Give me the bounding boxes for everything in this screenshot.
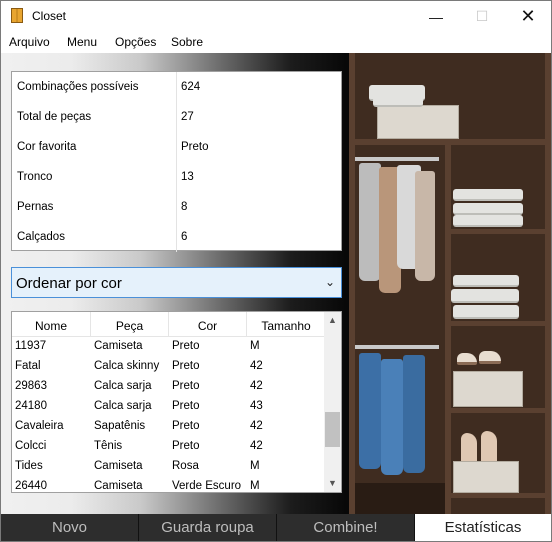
sort-dropdown[interactable]: Ordenar por cor ⌄ bbox=[11, 267, 342, 298]
cell-cor: Preto bbox=[172, 380, 200, 392]
stat-label: Calçados bbox=[17, 231, 65, 243]
stat-value: 8 bbox=[181, 201, 188, 213]
table-row[interactable]: Tides Camiseta Rosa M bbox=[12, 457, 326, 477]
cell-peca: Sapatênis bbox=[94, 420, 146, 432]
menu-bar: Arquivo Menu Opções Sobre bbox=[1, 32, 551, 52]
cell-tamanho: M bbox=[250, 480, 260, 492]
cell-nome: 26440 bbox=[15, 480, 47, 492]
cell-tamanho: M bbox=[250, 460, 260, 472]
scroll-up-arrow-icon[interactable]: ▲ bbox=[324, 312, 341, 329]
table-row[interactable]: Cavaleira Sapatênis Preto 42 bbox=[12, 417, 326, 437]
cell-peca: Camiseta bbox=[94, 480, 143, 492]
cell-peca: Calca sarja bbox=[94, 380, 152, 392]
app-window: Closet — ☐ ✕ Arquivo Menu Opções Sobre C… bbox=[0, 0, 552, 542]
stat-row-total-pecas: Total de peças 27 bbox=[12, 102, 341, 132]
cell-nome: Cavaleira bbox=[15, 420, 64, 432]
stat-row-cor-favorita: Cor favorita Preto bbox=[12, 132, 341, 162]
table-row[interactable]: 24180 Calca sarja Preto 43 bbox=[12, 397, 326, 417]
cell-nome: 24180 bbox=[15, 400, 47, 412]
stat-label: Pernas bbox=[17, 201, 54, 213]
cell-nome: 29863 bbox=[15, 380, 47, 392]
menu-sobre[interactable]: Sobre bbox=[171, 35, 203, 49]
statistics-table: Combinações possíveis 624 Total de peças… bbox=[11, 71, 342, 252]
tab-guarda-roupa[interactable]: Guarda roupa bbox=[139, 514, 277, 541]
table-row[interactable]: 29863 Calca sarja Preto 42 bbox=[12, 377, 326, 397]
cell-cor: Preto bbox=[172, 400, 200, 412]
statistics-panel: Combinações possíveis 624 Total de peças… bbox=[1, 53, 551, 514]
sort-selected-label: Ordenar por cor bbox=[16, 275, 122, 292]
stat-row-pernas: Pernas 8 bbox=[12, 192, 341, 222]
cell-nome: Fatal bbox=[15, 360, 41, 372]
stat-label: Combinações possíveis bbox=[17, 81, 139, 93]
cell-peca: Tênis bbox=[94, 440, 123, 452]
stat-label: Total de peças bbox=[17, 111, 92, 123]
cell-tamanho: 43 bbox=[250, 400, 263, 412]
cell-cor: Rosa bbox=[172, 460, 199, 472]
column-header-nome[interactable]: Nome bbox=[12, 312, 91, 337]
list-scrollbar[interactable]: ▲ ▼ bbox=[324, 312, 341, 492]
stat-label: Cor favorita bbox=[17, 141, 77, 153]
cell-tamanho: 42 bbox=[250, 360, 263, 372]
scroll-thumb[interactable] bbox=[325, 412, 340, 447]
clothes-list[interactable]: Nome Peça Cor Tamanho 11937 Camiseta Preto… bbox=[11, 311, 342, 493]
cell-nome: 11937 bbox=[15, 340, 47, 352]
cell-cor: Preto bbox=[172, 420, 200, 432]
stat-value: 13 bbox=[181, 171, 194, 183]
cell-nome: Colcci bbox=[15, 440, 47, 452]
stat-value: 27 bbox=[181, 111, 194, 123]
table-row[interactable]: Colcci Tênis Preto 42 bbox=[12, 437, 326, 457]
cell-peca: Calca skinny bbox=[94, 360, 160, 372]
cell-tamanho: 42 bbox=[250, 420, 263, 432]
scroll-down-arrow-icon[interactable]: ▼ bbox=[324, 475, 341, 492]
maximize-button[interactable]: ☐ bbox=[459, 1, 505, 32]
stat-row-calcados: Calçados 6 bbox=[12, 222, 341, 252]
cell-nome: Tides bbox=[15, 460, 43, 472]
cell-peca: Camiseta bbox=[94, 340, 143, 352]
tab-novo[interactable]: Novo bbox=[1, 514, 139, 541]
tab-combine[interactable]: Combine! bbox=[277, 514, 415, 541]
cell-cor: Preto bbox=[172, 440, 200, 452]
stat-row-combinacoes: Combinações possíveis 624 bbox=[12, 72, 341, 102]
cell-cor: Verde Escuro bbox=[172, 480, 242, 492]
column-header-tamanho[interactable]: Tamanho bbox=[247, 312, 326, 337]
close-button[interactable]: ✕ bbox=[505, 1, 551, 32]
stat-value: Preto bbox=[181, 141, 209, 153]
stat-label: Tronco bbox=[17, 171, 53, 183]
cell-tamanho: M bbox=[250, 340, 260, 352]
menu-arquivo[interactable]: Arquivo bbox=[9, 35, 50, 49]
stat-value: 6 bbox=[181, 231, 188, 243]
table-row[interactable]: Fatal Calca skinny Preto 42 bbox=[12, 357, 326, 377]
column-header-cor[interactable]: Cor bbox=[169, 312, 247, 337]
wardrobe-photo bbox=[349, 53, 551, 514]
menu-menu[interactable]: Menu bbox=[67, 35, 97, 49]
chevron-down-icon[interactable]: ⌄ bbox=[325, 275, 335, 289]
window-title: Closet bbox=[32, 9, 67, 23]
cell-cor: Preto bbox=[172, 360, 200, 372]
table-row[interactable]: 26440 Camiseta Verde Escuro M bbox=[12, 477, 326, 492]
stat-value: 624 bbox=[181, 81, 201, 93]
list-body: 11937 Camiseta Preto M Fatal Calca skinny Pret… bbox=[12, 337, 326, 492]
closet-app-icon bbox=[11, 8, 23, 23]
table-row[interactable]: 11937 Camiseta Preto M bbox=[12, 337, 326, 357]
cell-peca: Camiseta bbox=[94, 460, 143, 472]
bottom-tab-bar: Novo Guarda roupa Combine! Estatísticas bbox=[1, 514, 551, 541]
minimize-button[interactable]: — bbox=[413, 1, 459, 32]
tab-estatisticas[interactable]: Estatísticas bbox=[415, 514, 551, 541]
list-header: Nome Peça Cor Tamanho bbox=[12, 312, 326, 337]
stat-row-tronco: Tronco 13 bbox=[12, 162, 341, 192]
column-header-peca[interactable]: Peça bbox=[91, 312, 169, 337]
cell-tamanho: 42 bbox=[250, 380, 263, 392]
menu-opcoes[interactable]: Opções bbox=[115, 35, 156, 49]
cell-peca: Calca sarja bbox=[94, 400, 152, 412]
title-bar[interactable]: Closet — ☐ ✕ bbox=[1, 1, 551, 32]
cell-cor: Preto bbox=[172, 340, 200, 352]
cell-tamanho: 42 bbox=[250, 440, 263, 452]
